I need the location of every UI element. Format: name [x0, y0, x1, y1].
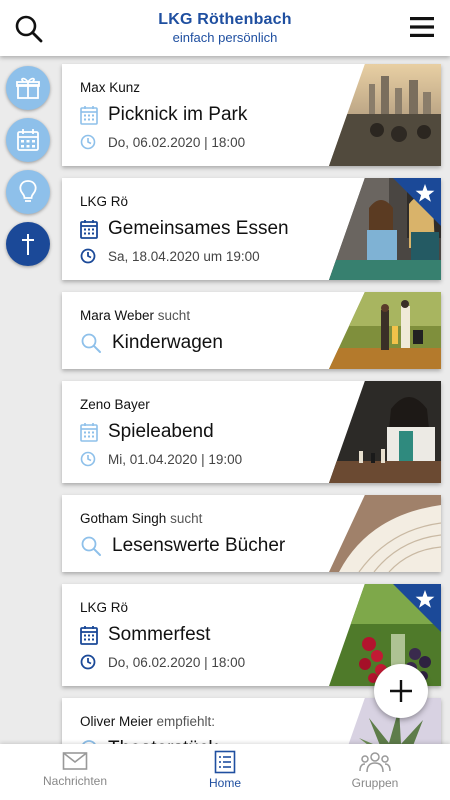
- clock-icon: [80, 654, 96, 670]
- tab-label: Gruppen: [351, 776, 399, 790]
- group-icon: [359, 752, 391, 773]
- card-author-name: Mara Weber: [80, 308, 155, 323]
- calendar-icon: [80, 220, 98, 239]
- card-author: LKG Rö: [80, 194, 129, 209]
- card-date-row: Mi, 01.04.2020 | 19:00: [80, 451, 242, 467]
- card-date-row: Do, 06.02.2020 | 18:00: [80, 654, 245, 670]
- card-author-verb: sucht: [157, 308, 191, 323]
- category-gifts-button[interactable]: [6, 66, 50, 110]
- clock-icon: [80, 451, 96, 467]
- card-thumbnail-image: [329, 64, 441, 166]
- card-title: Spieleabend: [108, 421, 214, 442]
- card-author: LKG Rö: [80, 600, 129, 615]
- clock-icon: [80, 134, 96, 150]
- card-author: Oliver Meier empfiehlt:: [80, 714, 215, 729]
- category-events-button[interactable]: [6, 118, 50, 162]
- card-title: Picknick im Park: [108, 104, 248, 125]
- bottom-nav: Nachrichten Home Gruppen: [0, 744, 450, 800]
- category-ideas-button[interactable]: [6, 170, 50, 214]
- card-author-name: Oliver Meier: [80, 714, 153, 729]
- card-author: Mara Weber sucht: [80, 308, 190, 323]
- search-icon: [81, 536, 101, 556]
- cross-icon: [22, 234, 34, 255]
- category-sidebar: [6, 66, 52, 274]
- card-date: Do, 06.02.2020 | 18:00: [108, 134, 246, 150]
- tab-home[interactable]: Home: [150, 744, 300, 800]
- card-date-row: Sa, 18.04.2020 um 19:00: [80, 248, 260, 264]
- featured-star-badge: [393, 178, 441, 226]
- card-author: Zeno Bayer: [80, 397, 150, 412]
- gift-icon: [16, 77, 40, 99]
- card-author-verb: sucht: [170, 511, 203, 526]
- card-author-verb: empfiehlt:: [156, 714, 216, 729]
- card-author: Gotham Singh sucht: [80, 511, 202, 526]
- card-title: Kinderwagen: [112, 332, 223, 353]
- clock-icon: [80, 248, 96, 264]
- card-title-row: Lesenswerte Bücher: [80, 535, 285, 557]
- app-header: LKG Röthenbach einfach persönlich: [0, 0, 450, 56]
- feed-card[interactable]: Zeno Bayer Spieleabend Mi, 01.04.2020 | …: [62, 381, 441, 483]
- card-title-row: Sommerfest: [80, 624, 210, 646]
- card-date: Do, 06.02.2020 | 18:00: [108, 654, 246, 670]
- card-author: Max Kunz: [80, 80, 141, 95]
- tab-nachrichten[interactable]: Nachrichten: [0, 744, 150, 800]
- calendar-icon: [17, 129, 39, 151]
- category-faith-button[interactable]: [6, 222, 50, 266]
- hamburger-menu-icon[interactable]: [408, 13, 436, 41]
- tab-label: Nachrichten: [42, 774, 108, 788]
- feed-card[interactable]: Mara Weber sucht Kinderwagen: [62, 292, 441, 369]
- list-icon: [214, 750, 236, 774]
- lightbulb-icon: [19, 180, 37, 202]
- featured-star-badge: [393, 584, 441, 632]
- brand-logo: LKG Röthenbach einfach persönlich: [0, 11, 450, 45]
- card-title-row: Kinderwagen: [80, 332, 223, 354]
- feed-card[interactable]: Max Kunz Picknick im Park Do, 06.02.2020…: [62, 64, 441, 166]
- feed-card[interactable]: Gotham Singh sucht Lesenswerte Bücher: [62, 495, 441, 572]
- add-button[interactable]: [374, 664, 428, 718]
- card-author-name: Gotham Singh: [80, 511, 167, 526]
- search-icon: [81, 333, 101, 353]
- card-thumbnail-image: [329, 495, 441, 572]
- calendar-icon: [80, 626, 98, 645]
- mail-icon: [62, 752, 88, 770]
- tab-label: Home: [208, 776, 241, 790]
- card-date-row: Do, 06.02.2020 | 18:00: [80, 134, 245, 150]
- card-title-row: Spieleabend: [80, 421, 214, 443]
- card-title-row: Gemeinsames Essen: [80, 218, 289, 240]
- card-title: Sommerfest: [108, 624, 211, 645]
- calendar-icon: [80, 423, 98, 442]
- plus-icon: [390, 680, 412, 702]
- app-title: LKG Röthenbach: [158, 11, 292, 28]
- card-date: Sa, 18.04.2020 um 19:00: [108, 248, 260, 264]
- card-date: Mi, 01.04.2020 | 19:00: [108, 451, 243, 467]
- app-subtitle: einfach persönlich: [172, 30, 278, 45]
- card-title-row: Picknick im Park: [80, 104, 247, 126]
- calendar-icon: [80, 106, 98, 125]
- card-title: Lesenswerte Bücher: [112, 535, 286, 556]
- feed-card[interactable]: LKG Rö Gemeinsames Essen Sa, 18.04.2020 …: [62, 178, 441, 280]
- card-thumbnail-image: [329, 381, 441, 483]
- card-thumbnail-image: [329, 292, 441, 369]
- card-title: Gemeinsames Essen: [108, 218, 289, 239]
- tab-gruppen[interactable]: Gruppen: [300, 744, 450, 800]
